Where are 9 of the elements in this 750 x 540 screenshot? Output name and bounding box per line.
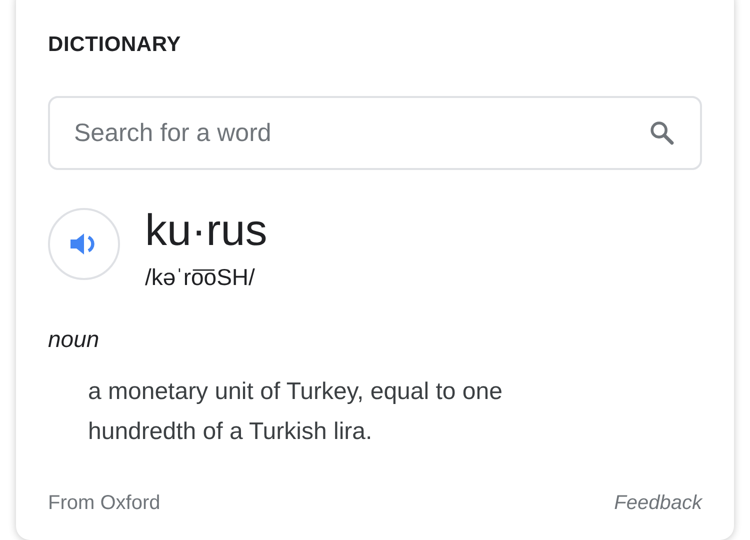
definition: a monetary unit of Turkey, equal to one hundredth of a Turkish lira. xyxy=(88,377,504,447)
source-label: From Oxford xyxy=(48,491,160,516)
card-title: DICTIONARY xyxy=(48,32,182,58)
search-icon[interactable] xyxy=(648,119,676,147)
pronunciation: /kəˈro͞oSH/ xyxy=(145,263,256,292)
headword: ku·rus xyxy=(145,205,268,257)
feedback-link[interactable]: Feedback xyxy=(614,490,702,516)
search-field[interactable]: Search for a word xyxy=(48,96,702,170)
part-of-speech: noun xyxy=(48,325,100,354)
